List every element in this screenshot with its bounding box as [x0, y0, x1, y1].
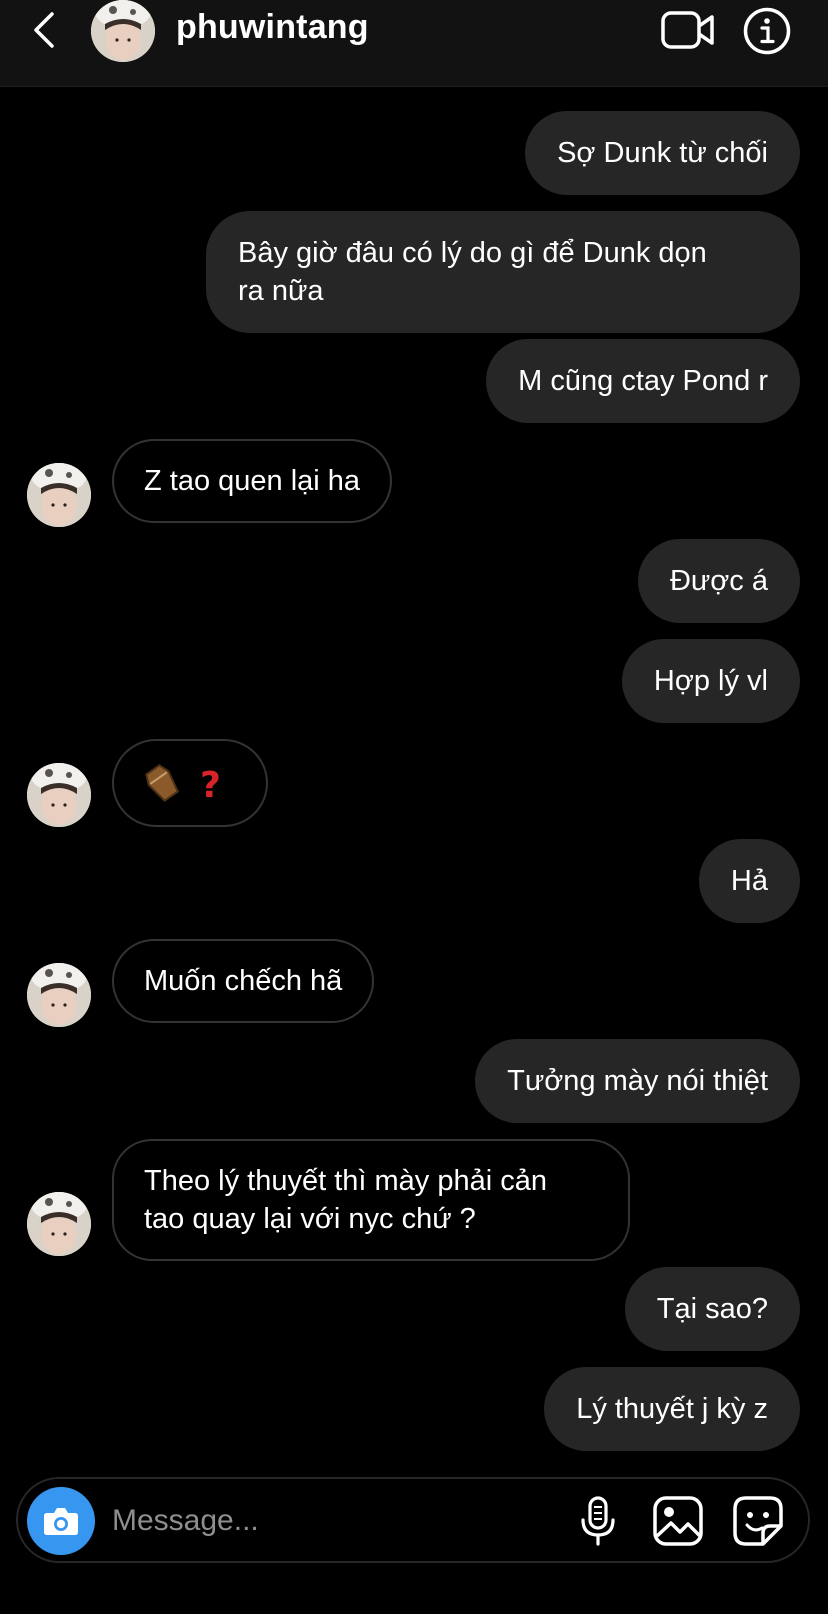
message-bubble-outgoing[interactable]: Được á [637, 539, 800, 623]
voice-message-button[interactable] [576, 1495, 620, 1547]
message-input[interactable] [110, 1497, 554, 1545]
sender-avatar[interactable] [27, 963, 91, 1027]
sticker-icon [733, 1496, 783, 1546]
avatar-photo [27, 463, 91, 527]
camera-button[interactable] [27, 1487, 95, 1555]
message-bubble-outgoing[interactable]: M cũng ctay Pond r [486, 339, 800, 423]
sender-avatar[interactable] [27, 463, 91, 527]
message-bubble-outgoing[interactable]: Tại sao? [624, 1267, 800, 1351]
message-bubble-outgoing[interactable]: Lý thuyết j kỳ z [544, 1367, 800, 1451]
back-button[interactable] [26, 10, 66, 50]
message-bubble-incoming[interactable]: Muốn chếch hã [112, 939, 375, 1023]
chat-header: phuwintang [0, 0, 828, 87]
sender-avatar[interactable] [27, 763, 91, 827]
message-bubble-incoming[interactable]: Theo lý thuyết thì mày phải cản tao quay… [112, 1139, 630, 1261]
message-bubble-outgoing[interactable]: Sợ Dunk từ chối [525, 111, 800, 195]
gallery-button[interactable] [652, 1495, 704, 1547]
chat-username[interactable]: phuwintang [176, 8, 369, 47]
message-composer [16, 1477, 810, 1563]
message-bubble-incoming[interactable]: Z tao quen lại ha [112, 439, 393, 523]
message-bubble-incoming[interactable]: ⚰️ ❓ ? [112, 739, 268, 827]
info-icon [743, 7, 791, 55]
video-call-button[interactable] [660, 8, 716, 52]
svg-text:?: ? [200, 765, 221, 805]
gallery-icon [653, 1496, 703, 1546]
message-bubble-outgoing[interactable]: Hợp lý vl [621, 639, 800, 723]
sender-avatar[interactable] [27, 1192, 91, 1256]
camera-icon [44, 1508, 78, 1535]
message-bubble-outgoing[interactable]: Bây giờ đâu có lý do gì để Dunk dọn ra n… [206, 211, 800, 333]
avatar-photo [91, 0, 155, 62]
avatar-photo [27, 963, 91, 1027]
message-bubble-outgoing[interactable]: Hả [698, 839, 800, 923]
avatar-photo [27, 763, 91, 827]
microphone-icon [581, 1496, 615, 1546]
avatar-photo [27, 1192, 91, 1256]
video-call-icon [661, 11, 714, 49]
coffin-and-question-emoji: ? [145, 764, 221, 805]
contact-avatar[interactable] [91, 0, 155, 62]
info-button[interactable] [742, 6, 792, 56]
message-bubble-outgoing[interactable]: Tưởng mày nói thiệt [475, 1039, 800, 1123]
sticker-button[interactable] [732, 1495, 784, 1547]
back-chevron-icon [34, 12, 54, 48]
